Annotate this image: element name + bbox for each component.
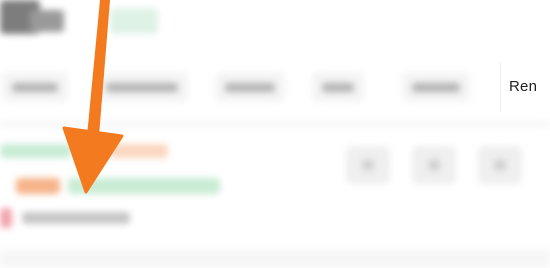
tab-3[interactable] — [215, 72, 285, 102]
list-item-tag — [0, 144, 72, 158]
list-item-tag — [110, 144, 168, 158]
tab-1[interactable] — [2, 72, 68, 102]
section-divider — [0, 122, 550, 126]
list-item-tag — [16, 178, 60, 194]
bottom-strip — [0, 250, 550, 268]
status-indicator — [0, 208, 12, 228]
tab-2[interactable] — [96, 72, 188, 102]
tab-bar — [0, 62, 550, 112]
tab-5[interactable] — [402, 72, 470, 102]
action-button[interactable] — [478, 146, 522, 184]
action-button[interactable] — [346, 146, 390, 184]
header-title-placeholder — [30, 10, 64, 32]
action-button[interactable] — [412, 146, 456, 184]
list-item-text — [22, 212, 130, 224]
tab-4[interactable] — [312, 72, 364, 102]
header-badge — [110, 8, 158, 34]
blurred-content — [0, 0, 550, 268]
tab-active-label[interactable]: Ren — [509, 78, 537, 95]
list-item-tag — [68, 178, 220, 194]
